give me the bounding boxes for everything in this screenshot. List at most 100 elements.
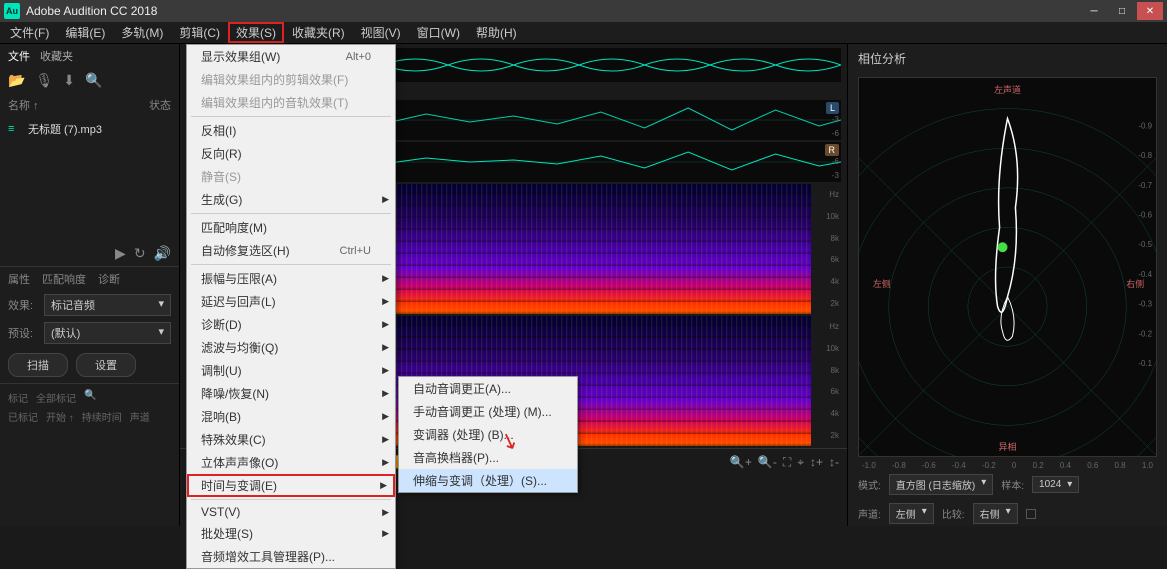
col-duration: 持续时间 xyxy=(82,409,122,424)
svg-text:-0.2: -0.2 xyxy=(1138,329,1152,338)
zoom-in-icon[interactable]: 🔍+ xyxy=(730,455,752,470)
search-icon[interactable]: 🔍 xyxy=(85,72,102,89)
submenu-stretch-pitch[interactable]: 伸缩与变调（处理）(S)... xyxy=(399,469,577,492)
mode-select[interactable]: 直方图 (日志缩放)▾ xyxy=(889,474,993,495)
menuitem-reverse[interactable]: 反向(R) xyxy=(187,142,395,165)
svg-text:异相: 异相 xyxy=(999,441,1017,452)
titlebar: Au Adobe Audition CC 2018 ─ □ ✕ xyxy=(0,0,1167,22)
menu-help[interactable]: 帮助(H) xyxy=(468,22,525,43)
samples-select[interactable]: 1024▾ xyxy=(1032,476,1079,493)
svg-text:左声道: 左声道 xyxy=(994,84,1021,95)
file-name: 无标题 (7).mp3 xyxy=(28,121,102,137)
waveform-icon: ≡ xyxy=(8,123,22,135)
menuitem-show-rack[interactable]: 显示效果组(W)Alt+0 xyxy=(187,45,395,68)
menuitem-amplitude[interactable]: 振幅与压限(A)▶ xyxy=(187,267,395,290)
channel-select[interactable]: 左侧▾ xyxy=(889,503,934,524)
menuitem-modulation[interactable]: 调制(U)▶ xyxy=(187,359,395,382)
scan-button[interactable]: 扫描 xyxy=(8,353,68,377)
menuitem-plugin-mgr[interactable]: 音频增效工具管理器(P)... xyxy=(187,545,395,568)
record-icon[interactable]: 🎙 xyxy=(35,72,53,89)
menuitem-diagnostics[interactable]: 诊断(D)▶ xyxy=(187,313,395,336)
files-panel: 文件 收藏夹 📂 🎙 ⬇ 🔍 名称 ↑ 状态 ≡ 无标题 (7).mp3 ▶ ↻… xyxy=(0,44,180,526)
svg-text:-0.4: -0.4 xyxy=(1138,270,1152,279)
search-markers-icon[interactable]: 🔍 xyxy=(84,390,96,405)
tab-match-loudness[interactable]: 匹配响度 xyxy=(42,271,86,287)
menu-favorites[interactable]: 收藏夹(R) xyxy=(284,22,353,43)
col-start: 开始 ↑ xyxy=(46,409,74,424)
menuitem-match-loudness[interactable]: 匹配响度(M) xyxy=(187,216,395,239)
zoom-sel-icon[interactable]: ⌖ xyxy=(797,455,804,470)
menu-view[interactable]: 视图(V) xyxy=(353,22,409,43)
menuitem-noise[interactable]: 降噪/恢复(N)▶ xyxy=(187,382,395,405)
tab-diagnostics[interactable]: 诊断 xyxy=(98,271,120,287)
effect-label: 效果: xyxy=(8,297,38,313)
svg-text:-0.5: -0.5 xyxy=(1138,240,1152,249)
submenu-auto-pitch[interactable]: 自动音调更正(A)... xyxy=(399,377,577,400)
menu-effects[interactable]: 效果(S) xyxy=(228,22,284,43)
volume-icon[interactable]: 🔊 xyxy=(154,245,171,262)
tab-markers[interactable]: 标记 xyxy=(8,390,28,405)
menuitem-time-pitch[interactable]: 时间与变调(E)▶ xyxy=(187,474,395,497)
samples-label: 样本: xyxy=(1001,477,1024,492)
tab-favorites[interactable]: 收藏夹 xyxy=(40,48,73,64)
col-status[interactable]: 状态 xyxy=(149,97,171,113)
channel-label: 声道: xyxy=(858,506,881,521)
file-item[interactable]: ≡ 无标题 (7).mp3 xyxy=(0,117,179,141)
tab-files[interactable]: 文件 xyxy=(8,48,30,64)
menuitem-edit-clip-fx: 编辑效果组内的剪辑效果(F) xyxy=(187,68,395,91)
submenu-pitch-bender[interactable]: 变调器 (处理) (B)... xyxy=(399,423,577,446)
menuitem-special[interactable]: 特殊效果(C)▶ xyxy=(187,428,395,451)
svg-text:-0.9: -0.9 xyxy=(1138,121,1152,130)
menuitem-stereo[interactable]: 立体声声像(O)▶ xyxy=(187,451,395,474)
loop-icon[interactable]: ↻ xyxy=(134,245,146,262)
menuitem-edit-track-fx: 编辑效果组内的音轨效果(T) xyxy=(187,91,395,114)
app-logo: Au xyxy=(4,3,20,19)
maximize-button[interactable]: □ xyxy=(1109,2,1135,20)
zoom-out-icon[interactable]: 🔍- xyxy=(758,455,777,470)
effects-dropdown: 显示效果组(W)Alt+0 编辑效果组内的剪辑效果(F) 编辑效果组内的音轨效果… xyxy=(186,44,396,569)
import-icon[interactable]: ⬇ xyxy=(63,72,75,89)
tab-all-markers[interactable]: 全部标记 xyxy=(36,390,76,405)
menu-window[interactable]: 窗口(W) xyxy=(409,22,468,43)
menuitem-filter[interactable]: 滤波与均衡(Q)▶ xyxy=(187,336,395,359)
submenu-pitch-shifter[interactable]: 音高换档器(P)... xyxy=(399,446,577,469)
submenu-manual-pitch[interactable]: 手动音调更正 (处理) (M)... xyxy=(399,400,577,423)
close-button[interactable]: ✕ xyxy=(1137,2,1163,20)
svg-text:-0.7: -0.7 xyxy=(1138,181,1152,190)
phase-display[interactable]: 左声道 左侧 异相 右侧 -0.9-0.8-0.7-0.6-0.5-0.4-0.… xyxy=(858,77,1157,457)
svg-text:右侧: 右侧 xyxy=(1126,278,1144,289)
compare-label: 比较: xyxy=(942,506,965,521)
preset-select[interactable]: (默认)▾ xyxy=(44,322,171,344)
zoom-in-v-icon[interactable]: ↕+ xyxy=(810,455,823,470)
phase-panel: 相位分析 左声道 左侧 异相 右侧 xyxy=(847,44,1167,526)
menuitem-vst[interactable]: VST(V)▶ xyxy=(187,502,395,522)
col-marked: 已标记 xyxy=(8,409,38,424)
menuitem-batch[interactable]: 批处理(S)▶ xyxy=(187,522,395,545)
zoom-full-icon[interactable]: ⛶ xyxy=(783,455,791,470)
compare-select[interactable]: 右侧▾ xyxy=(973,503,1018,524)
effect-select[interactable]: 标记音频▾ xyxy=(44,294,171,316)
menuitem-silence: 静音(S) xyxy=(187,165,395,188)
minimize-button[interactable]: ─ xyxy=(1081,2,1107,20)
col-channel: 声道 xyxy=(130,409,150,424)
phase-title: 相位分析 xyxy=(848,44,1167,73)
menu-multitrack[interactable]: 多轨(M) xyxy=(113,22,171,43)
menu-edit[interactable]: 编辑(E) xyxy=(57,22,113,43)
svg-text:左侧: 左侧 xyxy=(873,278,891,289)
open-file-icon[interactable]: 📂 xyxy=(8,72,25,89)
play-icon[interactable]: ▶ xyxy=(115,245,126,262)
app-title: Adobe Audition CC 2018 xyxy=(26,4,1081,18)
menuitem-invert[interactable]: 反相(I) xyxy=(187,119,395,142)
col-name[interactable]: 名称 ↑ xyxy=(8,97,149,113)
link-checkbox[interactable] xyxy=(1026,509,1036,519)
phase-x-scale: -1.0-0.8-0.6-0.4-0.200.20.40.60.81.0 xyxy=(848,461,1167,470)
zoom-out-v-icon[interactable]: ↕- xyxy=(829,455,839,470)
menu-clip[interactable]: 剪辑(C) xyxy=(171,22,228,43)
tab-properties[interactable]: 属性 xyxy=(8,271,30,287)
menuitem-delay[interactable]: 延迟与回声(L)▶ xyxy=(187,290,395,313)
settings-button[interactable]: 设置 xyxy=(76,353,136,377)
menu-file[interactable]: 文件(F) xyxy=(2,22,57,43)
menuitem-auto-heal[interactable]: 自动修复选区(H)Ctrl+U xyxy=(187,239,395,262)
menuitem-generate[interactable]: 生成(G)▶ xyxy=(187,188,395,211)
menuitem-reverb[interactable]: 混响(B)▶ xyxy=(187,405,395,428)
